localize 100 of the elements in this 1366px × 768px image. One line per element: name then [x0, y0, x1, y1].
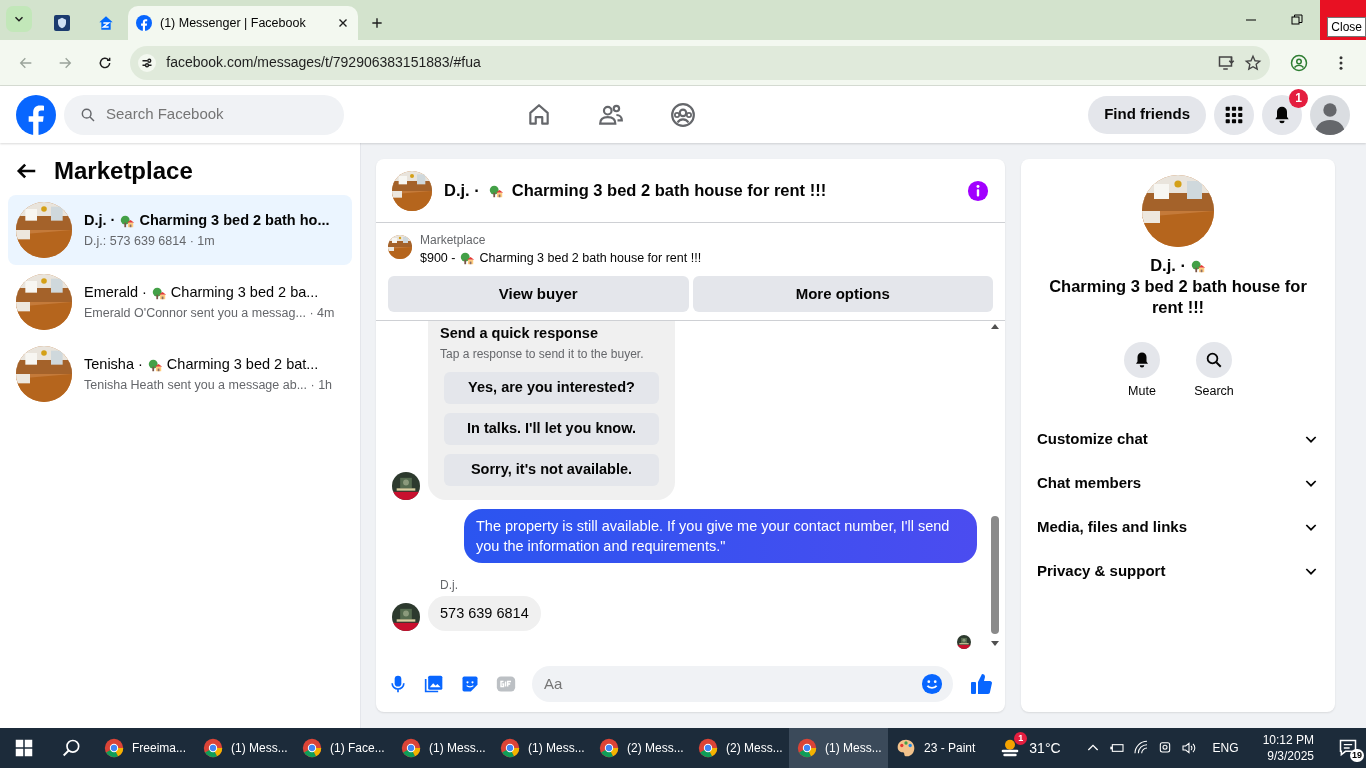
chat-name: D.j. ·: [1150, 255, 1186, 276]
message-preview: Tenisha Heath sent you a message ab... · 1h: [84, 376, 333, 394]
chrome-icon: [797, 738, 817, 758]
listing-title: Charming 3 bed 2 ba...: [170, 282, 319, 302]
palette-icon: [896, 738, 916, 758]
chrome-icon: [203, 738, 223, 758]
windows-icon: [15, 739, 33, 757]
tooltip: Close: [1327, 17, 1366, 37]
quick-reply-button[interactable]: Sorry, it's not available.: [444, 453, 659, 486]
chrome-icon: [698, 738, 718, 758]
restore-icon: [1291, 14, 1303, 26]
shield-icon: [54, 15, 70, 31]
speaker-icon[interactable]: [1180, 740, 1197, 756]
chrome-icon: [500, 738, 520, 758]
taskbar-app[interactable]: (1) Face...: [294, 728, 393, 768]
sticker-icon[interactable]: [460, 674, 480, 694]
emoji-icon[interactable]: [921, 673, 943, 695]
clock-time: 10:12 PM: [1262, 732, 1314, 748]
search-icon: [1205, 351, 1223, 369]
section-row[interactable]: Privacy & support: [1021, 548, 1335, 593]
chrome-icon: [104, 738, 124, 758]
thumbs-up-icon[interactable]: [969, 672, 993, 696]
find-friends-button[interactable]: Find friends: [1088, 95, 1206, 134]
action-button[interactable]: More options: [692, 275, 993, 312]
action-label: Mute: [1128, 383, 1156, 400]
address-bar[interactable]: facebook.com/messages/t/792906383151883/#fua: [130, 45, 1270, 80]
clock-date: 9/3/2025: [1267, 748, 1314, 764]
microphone-icon[interactable]: [388, 674, 408, 694]
wifi-icon[interactable]: [1132, 740, 1149, 756]
message-bubble: 573 639 6814: [428, 595, 541, 632]
listing-price: $900 -: [420, 250, 456, 267]
action-button[interactable]: View buyer: [388, 275, 689, 312]
taskbar-app[interactable]: (1) Mess...: [393, 728, 492, 768]
search-field[interactable]: Search Facebook: [64, 94, 344, 135]
menu-icon: [1224, 104, 1244, 125]
groups-icon[interactable]: [670, 101, 696, 128]
quick-response-subtitle: Tap a response to send it to the buyer.: [440, 345, 645, 363]
contact-name: Emerald ·: [84, 282, 147, 302]
search-button[interactable]: [1196, 342, 1232, 378]
menu-button[interactable]: [1214, 94, 1254, 135]
facebook-logo[interactable]: [16, 94, 56, 135]
conversation-item[interactable]: Tenisha · Charming 3 bed 2 bat... Tenisha Heath sent you a message ab... · 1h: [8, 339, 352, 409]
taskbar-app[interactable]: (2) Mess...: [591, 728, 690, 768]
language-indicator[interactable]: ENG: [1212, 739, 1239, 757]
contact-name: D.j. ·: [84, 210, 116, 230]
message-bubble: The property is still available. If you give me your contact number, I'll send you the information and requirements.": [464, 508, 977, 563]
taskbar-app[interactable]: Freeima...: [96, 728, 195, 768]
message-input[interactable]: Aa: [532, 666, 953, 702]
tab-title: (1) Messenger | Facebook: [160, 14, 307, 32]
taskbar-app[interactable]: (1) Mess...: [195, 728, 294, 768]
chrome-icon: [401, 738, 421, 758]
chrome-icon: [302, 738, 322, 758]
search-icon: [80, 106, 96, 123]
profile-icon[interactable]: [1290, 53, 1308, 72]
install-icon[interactable]: [1218, 53, 1236, 72]
z-logo-icon: [98, 15, 114, 31]
profile-button[interactable]: [1310, 94, 1350, 135]
sender-name: D.j.: [440, 576, 459, 594]
tab-search-button[interactable]: [6, 6, 32, 32]
section-row[interactable]: Customize chat: [1021, 416, 1335, 461]
taskbar-app[interactable]: 23 - Paint: [888, 728, 987, 768]
listing-label: Marketplace: [420, 232, 487, 249]
action-label: Search: [1194, 383, 1234, 400]
listing-title: Charming 3 bed 2 bat...: [166, 354, 319, 374]
notifications-button[interactable]: [1262, 94, 1302, 135]
conversation-item[interactable]: Emerald · Charming 3 bed 2 ba... Emerald O'Connor sent you a messag... · 4m: [8, 267, 352, 337]
chat-title: Charming 3 bed 2 bath house for rent !!!: [1048, 276, 1308, 318]
section-row[interactable]: Media, files and links: [1021, 504, 1335, 549]
sidebar-title: Marketplace: [54, 156, 193, 186]
conversation-item[interactable]: D.j. · Charming 3 bed 2 bath ho... D.j.: 573 639 6814 · 1m: [8, 195, 352, 265]
weather-badge: 1: [1014, 732, 1028, 745]
taskbar-app[interactable]: (1) Mess...: [492, 728, 591, 768]
info-icon[interactable]: [967, 179, 989, 202]
notification-count: 19: [1350, 748, 1364, 762]
browser-tab[interactable]: (1) Messenger | Facebook: [128, 6, 358, 40]
quick-reply-button[interactable]: Yes, are you interested?: [444, 371, 659, 404]
section-row[interactable]: Chat members: [1021, 460, 1335, 505]
taskbar-app[interactable]: (1) Mess...: [789, 728, 888, 768]
house-icon: [459, 250, 476, 267]
taskbar-app[interactable]: (2) Mess...: [690, 728, 789, 768]
listing-title: Charming 3 bed 2 bath ho...: [139, 210, 330, 230]
mute-button[interactable]: [1124, 342, 1160, 378]
notification-badge: 1: [1289, 88, 1308, 108]
temperature: 31°C: [1029, 738, 1061, 758]
chat-title: Charming 3 bed 2 bath house for rent !!!: [511, 180, 828, 202]
contact-name: Tenisha ·: [84, 354, 143, 374]
listing-title: Charming 3 bed 2 bath house for rent !!!: [479, 250, 702, 267]
search-input[interactable]: Search Facebook: [104, 102, 328, 127]
photo-icon[interactable]: [424, 674, 444, 694]
quick-reply-button[interactable]: In talks. I'll let you know.: [444, 412, 659, 445]
chrome-icon: [599, 738, 619, 758]
home-icon[interactable]: [526, 101, 552, 128]
site-settings-icon[interactable]: [138, 53, 157, 72]
quick-response-title: Send a quick response: [440, 323, 599, 343]
star-icon[interactable]: [1244, 53, 1262, 72]
facebook-icon: [136, 15, 152, 31]
chat-name: D.j. ·: [444, 180, 480, 202]
message-preview: D.j.: 573 639 6814 · 1m: [84, 232, 216, 250]
plus-icon: [370, 16, 384, 30]
message-text-input[interactable]: Aa: [542, 671, 921, 697]
